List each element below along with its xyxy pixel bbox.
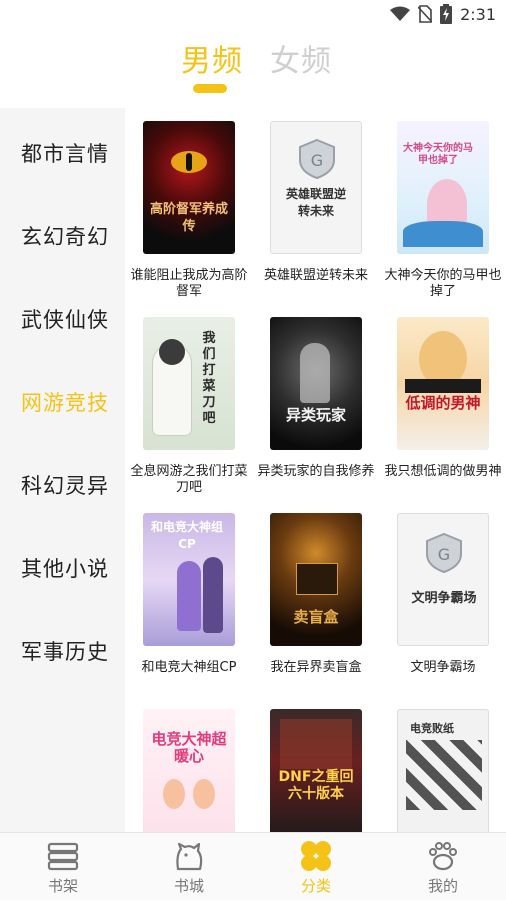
tab-female[interactable]: 女频 [270,36,332,80]
paw-icon [429,842,457,871]
battery-charging-icon [440,4,453,24]
book-cover[interactable]: DNF之重回六十版本 [270,709,362,832]
book-title: 谁能阻止我成为高阶督军 [130,268,248,299]
nav-label: 分类 [300,877,331,895]
book-cover[interactable]: 大神今天你的马甲也掉了 [397,121,489,254]
nav-label: 书城 [173,877,204,895]
book-cover[interactable]: 电竞大神超暖心 [143,709,235,832]
book-title: 大神今天你的马甲也掉了 [384,268,502,299]
shield-emblem-icon: G [299,138,335,180]
category-item-other[interactable]: 其他小说 [21,553,109,583]
book-title: 我在异界卖盲盒 [270,660,362,675]
cover-title: 低调的男神 [405,394,481,412]
tab-male[interactable]: 男频 [181,36,243,80]
book-cover[interactable]: 异类玩家 [270,317,362,450]
book-cover[interactable]: G 文明争霸场 [397,513,489,646]
nav-label: 我的 [427,877,458,895]
cover-title: 大神今天你的马甲也掉了 [403,143,473,166]
category-item-military[interactable]: 军事历史 [21,636,109,666]
gender-tabs: 男频 女频 [0,30,506,100]
cover-title: 异类玩家 [285,406,346,424]
book-cover[interactable]: 低调的男神 [397,317,489,450]
category-sidebar: 都市言情 玄幻奇幻 武侠仙侠 网游竞技 科幻灵异 其他小说 军事历史 [0,108,125,832]
category-icon [301,841,331,871]
cover-title: 高阶督军养成传 [149,202,228,234]
cover-title: 电竞大神超暖心 [151,730,227,765]
category-item-gaming[interactable]: 网游竞技 [21,387,109,417]
cover-title: 和电竞大神组CP [150,520,223,551]
shield-emblem-icon: G [426,532,462,574]
category-item-scifi[interactable]: 科幻灵异 [21,470,109,500]
book-cover[interactable]: 我们打菜刀吧 [143,317,235,450]
book-title: 全息网游之我们打菜刀吧 [130,464,248,495]
book-title: 异类玩家的自我修养 [257,464,375,479]
status-time: 2:31 [460,4,496,24]
book-title: 文明争霸场 [410,660,476,675]
no-sim-icon [418,5,433,23]
book-title: 和电竞大神组CP [141,660,237,675]
cover-title: DNF之重回六十版本 [278,769,354,802]
svg-text:G: G [438,545,450,564]
nav-label: 书架 [47,877,78,895]
book-cover[interactable]: 和电竞大神组CP [143,513,235,646]
category-item-urban[interactable]: 都市言情 [21,138,109,168]
cover-title: 英雄联盟逆转未来 [285,187,346,218]
book-title: 我只想低调的做男神 [384,464,502,479]
wifi-icon [390,6,411,21]
bookshelf-icon [47,842,79,871]
book-cover[interactable]: 电竞败纸 [397,709,489,832]
category-item-wuxia[interactable]: 武侠仙侠 [21,304,109,334]
cover-title: 文明争霸场 [411,591,477,606]
book-cover[interactable]: 高阶督军养成传 [143,121,235,254]
bottom-nav: 书架 书城 分类 我的 [0,832,506,900]
book-grid: 高阶督军养成传 谁能阻止我成为高阶督军 G 英雄联盟逆转未来 英雄联盟逆转未来 … [125,108,506,832]
nav-bookshelf[interactable]: 书架 [0,833,126,901]
book-title: 英雄联盟逆转未来 [263,268,368,283]
status-bar: 2:31 [0,0,506,28]
nav-profile[interactable]: 我的 [380,833,506,901]
bear-icon [176,842,203,871]
nav-category[interactable]: 分类 [253,833,379,901]
cover-title: 我们打菜刀吧 [202,331,216,426]
nav-bookstore[interactable]: 书城 [126,833,252,901]
category-item-fantasy[interactable]: 玄幻奇幻 [21,221,109,251]
svg-text:G: G [311,151,323,170]
cover-title: 电竞败纸 [410,722,454,735]
book-cover[interactable]: 卖盲盒 [270,513,362,646]
book-cover[interactable]: G 英雄联盟逆转未来 [270,121,362,254]
cover-title: 卖盲盒 [293,608,339,626]
active-tab-indicator [193,84,227,93]
